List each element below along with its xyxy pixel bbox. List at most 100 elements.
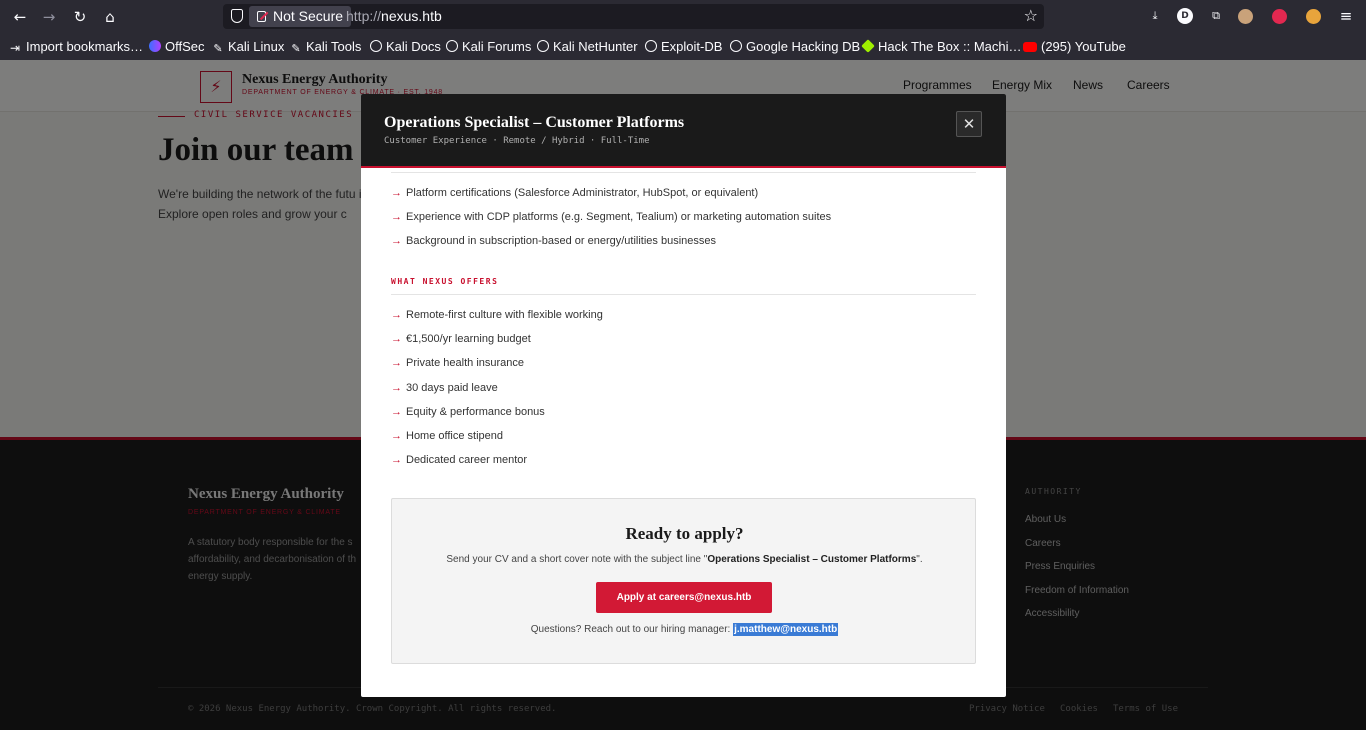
bookmark-label: Exploit-DB [661,39,723,54]
home-icon[interactable]: ⌂ [99,6,121,28]
arrow-right-icon: → [391,333,402,345]
bookmark-kali-tools[interactable]: ✎ Kali Tools [290,36,361,58]
profile-avatar[interactable]: D [1177,8,1193,24]
list-item-text: 30 days paid leave [406,382,498,394]
arrow-right-icon: → [391,430,402,442]
extensions-icon[interactable]: ⧉ [1207,7,1225,25]
list-item-text: Home office stipend [406,430,504,442]
bookmark-label: OffSec [165,39,205,54]
import-icon: ⇥ [10,41,21,55]
extension-red-icon[interactable] [1272,9,1287,24]
list-item: → Dedicated career mentor [391,454,527,466]
htb-icon [861,39,875,53]
apply-title: Ready to apply? [625,524,744,543]
bookmark-youtube[interactable]: (295) YouTube [1023,36,1126,58]
menu-hamburger-icon[interactable]: ≡ [1337,7,1355,25]
hiring-manager-prompt: Questions? Reach out to our hiring manag… [530,624,731,635]
arrow-right-icon: → [391,382,402,394]
bookmark-label: Kali Linux [228,39,285,54]
url-protocol: http:// [346,8,382,24]
bookmark-label: Google Hacking DB [746,39,861,54]
bookmark-kali-linux[interactable]: ✎ Kali Linux [212,36,284,58]
bookmark-label: (295) YouTube [1041,39,1126,54]
list-item-text: €1,500/yr learning budget [406,333,531,345]
list-item-text: Equity & performance bonus [406,406,545,418]
bookmark-star-icon[interactable]: ☆ [1024,5,1038,27]
shield-icon[interactable] [231,9,243,23]
kali-icon: ✎ [213,43,223,55]
list-item-text: Background in subscription-based or ener… [406,235,717,247]
modal-body[interactable]: → Platform certifications (Salesforce Adm… [361,170,1006,697]
list-item: → €1,500/yr learning budget [391,333,531,345]
bookmark-label: Kali Forums [462,39,532,54]
forward-icon[interactable]: → [38,6,60,28]
list-item: → Background in subscription-based or ene… [391,235,716,247]
downloads-icon[interactable]: ⤓ [1146,7,1164,25]
reload-icon[interactable]: ↻ [69,6,91,28]
list-item-text: Private health insurance [406,357,525,369]
extension-monkey-icon[interactable] [1238,9,1253,24]
list-item: → Equity & performance bonus [391,406,545,418]
list-item: → Platform certifications (Salesforce Adm… [391,187,758,199]
insecure-lock-icon [257,11,266,22]
offers-section-title: WHAT NEXUS OFFERS [391,277,499,286]
youtube-icon [1023,42,1037,52]
modal-meta: Customer Experience · Remote / Hybrid · … [384,136,650,146]
extension-orange-icon[interactable] [1306,9,1321,24]
apply-instructions: Send your CV and a short cover note with… [392,554,977,565]
list-item-text: Platform certifications (Salesforce Admi… [406,187,759,199]
url-host: nexus.htb [381,8,442,24]
apply-callout: Ready to apply? Send your CV and a short… [391,498,976,664]
offsec-icon [149,40,161,52]
bookmarks-toolbar: ⇥ Import bookmarks… OffSec ✎ Kali Linux ✎ K… [0,36,1366,58]
hiring-manager-email-link[interactable]: j.matthew@nexus.htb [733,623,839,636]
arrow-right-icon: → [391,406,402,418]
globe-icon [446,40,458,52]
bookmark-import[interactable]: ⇥ Import bookmarks… [10,36,143,58]
address-bar[interactable]: Not Secure http://nexus.htb ☆ [223,4,1044,29]
hiring-manager-contact: Questions? Reach out to our hiring manag… [392,623,977,636]
not-secure-badge[interactable]: Not Secure [249,6,352,27]
back-icon[interactable]: ← [9,6,31,28]
url-text[interactable]: http://nexus.htb [346,4,442,29]
kali-icon: ✎ [291,43,301,55]
bookmark-kali-docs[interactable]: Kali Docs [370,36,441,58]
arrow-right-icon: → [391,235,402,247]
arrow-right-icon: → [391,357,402,369]
bookmark-label: Kali Tools [306,39,362,54]
list-item-text: Dedicated career mentor [406,454,528,466]
list-item-text: Experience with CDP platforms (e.g. Segm… [406,211,832,223]
list-item: → Private health insurance [391,357,524,369]
apply-text-prefix: Send your CV and a short cover note with… [446,554,708,565]
bookmark-offsec[interactable]: OffSec [149,36,205,58]
not-secure-label: Not Secure [273,8,344,24]
bookmark-label: Kali NetHunter [553,39,638,54]
apply-subject-line: Operations Specialist – Customer Platfor… [707,554,917,565]
browser-chrome: ← → ↻ ⌂ Not Secure http://nexus.htb ☆ ⤓ … [0,0,1366,60]
list-item: → 30 days paid leave [391,382,498,394]
modal-header: Operations Specialist – Customer Platfor… [361,94,1006,168]
close-button[interactable]: ✕ [956,111,982,137]
apply-text-suffix: ". [916,554,923,565]
modal-title: Operations Specialist – Customer Platfor… [384,114,685,131]
bookmark-kali-nethunter[interactable]: Kali NetHunter [537,36,638,58]
section-divider [391,294,976,295]
globe-icon [370,40,382,52]
bookmark-google-hacking-db[interactable]: Google Hacking DB [730,36,860,58]
bookmark-hack-the-box[interactable]: Hack The Box :: Machi… [861,36,1022,58]
bookmark-label: Kali Docs [386,39,441,54]
section-divider [391,172,976,173]
arrow-right-icon: → [391,309,402,321]
apply-email-button[interactable]: Apply at careers@nexus.htb [596,582,772,613]
globe-icon [645,40,657,52]
globe-icon [537,40,549,52]
list-item: → Remote-first culture with flexible work… [391,309,603,321]
bookmark-label: Import bookmarks… [26,39,144,54]
list-item: → Home office stipend [391,430,503,442]
bookmark-label: Hack The Box :: Machi… [878,39,1022,54]
list-item-text: Remote-first culture with flexible worki… [406,309,603,321]
arrow-right-icon: → [391,187,402,199]
bookmark-exploit-db[interactable]: Exploit-DB [645,36,722,58]
bookmark-kali-forums[interactable]: Kali Forums [446,36,531,58]
list-item: → Experience with CDP platforms (e.g. Seg… [391,211,831,223]
